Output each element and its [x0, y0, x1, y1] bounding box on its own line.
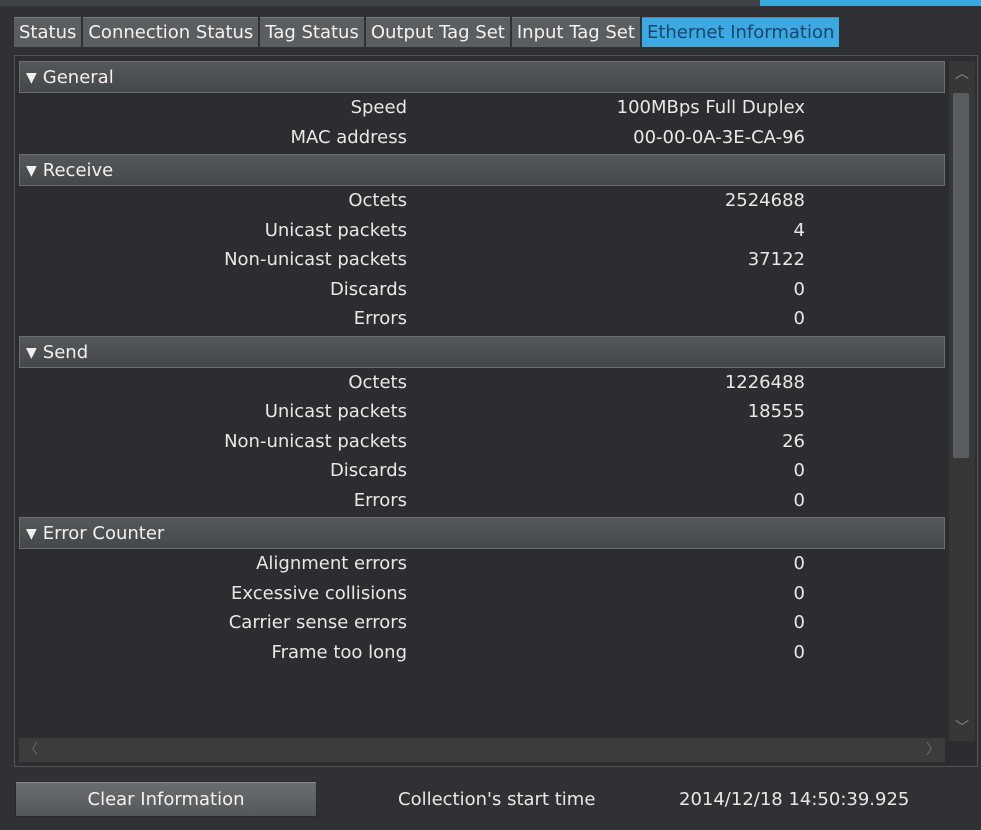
row-label: Unicast packets	[264, 401, 407, 422]
triangle-down-icon[interactable]: ▼	[26, 155, 37, 187]
top-strip	[0, 0, 981, 6]
row-label: Alignment errors	[256, 553, 407, 574]
triangle-down-icon[interactable]: ▼	[26, 518, 37, 550]
ethernet-info-panel: ▼ General Speed 100MBps Full Duplex MAC addr…	[14, 55, 978, 767]
section-title: General	[42, 67, 114, 88]
row-label: Errors	[353, 308, 407, 329]
row-label: Carrier sense errors	[228, 612, 407, 633]
row-value: 0	[793, 582, 805, 604]
section-title: Error Counter	[42, 523, 165, 544]
section-error-counter: ▼ Error Counter Alignment errors 0 Excessive…	[19, 517, 945, 669]
info-row: Errors 0	[19, 304, 945, 334]
info-row: Frame too long 0	[19, 638, 945, 668]
row-label: Unicast packets	[264, 219, 407, 241]
horizontal-scrollbar[interactable]: 〈 〉	[19, 738, 945, 762]
info-row: Non-unicast packets 26	[19, 427, 945, 457]
row-label: Non-unicast packets	[224, 249, 407, 270]
row-value: 0	[793, 308, 805, 329]
info-row: Discards 0	[19, 456, 945, 486]
info-row: Excessive collisions 0	[19, 579, 945, 609]
row-label: Octets	[348, 190, 407, 211]
row-label: Errors	[353, 489, 407, 511]
info-row: Alignment errors 0	[19, 549, 945, 579]
row-label: Excessive collisions	[231, 582, 407, 604]
section-header[interactable]: ▼ Error Counter	[19, 517, 945, 549]
tab-ethernet-information[interactable]: Ethernet Information	[641, 17, 840, 47]
info-row: Discards 0	[19, 275, 945, 305]
row-label: Octets	[348, 371, 407, 393]
info-row: Errors 0	[19, 486, 945, 516]
row-value: 0	[793, 489, 805, 511]
row-value: 0	[793, 612, 805, 633]
row-value: 37122	[747, 249, 805, 270]
triangle-down-icon[interactable]: ▼	[26, 337, 37, 369]
chevron-right-icon[interactable]: 〉	[921, 738, 945, 762]
row-value: 0	[793, 460, 805, 481]
chevron-left-icon[interactable]: 〈	[19, 738, 43, 762]
row-value: 4	[793, 219, 805, 241]
row-label: Discards	[329, 278, 407, 300]
chevron-up-icon[interactable]: ︿	[949, 61, 975, 87]
info-row: Octets 2524688	[19, 186, 945, 216]
top-accent-bar	[760, 0, 981, 6]
info-row: Speed 100MBps Full Duplex	[19, 93, 945, 123]
row-label: Non-unicast packets	[224, 430, 407, 452]
row-value: 0	[793, 641, 805, 663]
start-time-value: 2014/12/18 14:50:39.925	[679, 789, 910, 810]
tab-tag-status[interactable]: Tag Status	[260, 17, 364, 47]
row-value: 0	[793, 278, 805, 300]
section-receive: ▼ Receive Octets 2524688 Unicast packets 4 Non…	[19, 154, 945, 336]
section-header[interactable]: ▼ Send	[19, 335, 945, 369]
tab-input-tag-set[interactable]: Input Tag Set	[511, 17, 640, 47]
section-header[interactable]: ▼ Receive	[19, 154, 945, 186]
tab-status[interactable]: Status	[14, 17, 82, 47]
info-row: Non-unicast packets 37122	[19, 245, 945, 275]
info-content: ▼ General Speed 100MBps Full Duplex MAC addr…	[19, 61, 945, 669]
row-value: 00-00-0A-3E-CA-96	[633, 126, 805, 148]
vertical-scrollbar[interactable]: ︿ ﹀	[949, 61, 975, 741]
chevron-down-icon[interactable]: ﹀	[949, 715, 975, 741]
row-value: 2524688	[724, 190, 805, 211]
info-row: Unicast packets 4	[19, 216, 945, 246]
row-label: Speed	[350, 97, 407, 118]
row-value: 26	[782, 430, 805, 452]
info-row: Octets 1226488	[19, 368, 945, 398]
vertical-scroll-thumb[interactable]	[953, 93, 969, 458]
row-label: MAC address	[290, 126, 407, 148]
section-title: Receive	[42, 160, 114, 181]
start-time-label: Collection's start time	[398, 789, 596, 810]
section-header[interactable]: ▼ General	[19, 61, 945, 93]
row-value: 18555	[747, 401, 805, 422]
tab-connection-status[interactable]: Connection Status	[83, 17, 259, 47]
triangle-down-icon[interactable]: ▼	[26, 62, 37, 94]
tab-output-tag-set[interactable]: Output Tag Set	[365, 17, 510, 47]
info-row: MAC address 00-00-0A-3E-CA-96	[19, 123, 945, 153]
row-value: 100MBps Full Duplex	[616, 97, 805, 118]
row-value: 1226488	[724, 371, 805, 393]
info-row: Unicast packets 18555	[19, 397, 945, 427]
tab-bar: Status Connection Status Tag Status Output …	[14, 17, 841, 47]
info-row: Carrier sense errors 0	[19, 608, 945, 638]
section-general: ▼ General Speed 100MBps Full Duplex MAC addr…	[19, 61, 945, 154]
clear-information-button[interactable]: Clear Information	[15, 781, 317, 817]
section-send: ▼ Send Octets 1226488 Unicast packets 18555 No…	[19, 335, 945, 518]
section-title: Send	[42, 341, 89, 363]
row-value: 0	[793, 553, 805, 574]
row-label: Discards	[329, 460, 407, 481]
row-label: Frame too long	[271, 641, 407, 663]
